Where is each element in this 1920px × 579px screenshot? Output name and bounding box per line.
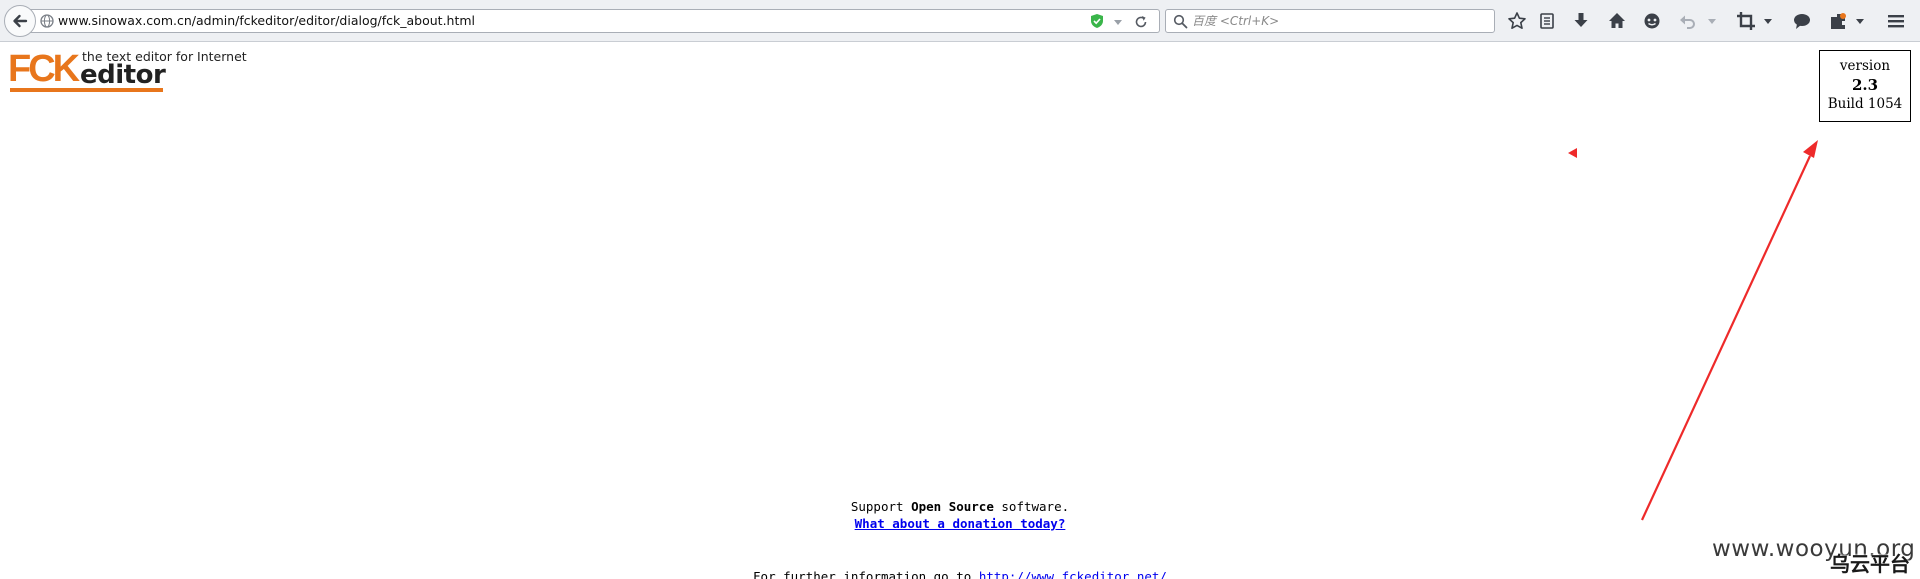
back-arrow-icon xyxy=(13,14,28,28)
browser-toolbar: www.sinowax.com.cn/admin/fckeditor/edito… xyxy=(0,0,1920,42)
annotation-arrowhead xyxy=(1803,140,1818,158)
more-info-line: For further information go to http://www… xyxy=(0,569,1920,579)
build-number: Build 1054 xyxy=(1827,96,1903,112)
support-bold: Open Source xyxy=(911,499,994,514)
version-label: version xyxy=(1839,58,1891,74)
version-number: 2.3 xyxy=(1851,76,1879,94)
support-prefix: Support xyxy=(850,499,904,514)
browser-window: www.sinowax.com.cn/admin/fckeditor/edito… xyxy=(0,0,1920,579)
version-box: version 2.3 Build 1054 xyxy=(1819,50,1911,122)
extension-dropdown-icon[interactable] xyxy=(1854,11,1866,31)
logo-underline xyxy=(10,88,163,92)
donation-link[interactable]: What about a donation today? xyxy=(855,516,1066,531)
search-input[interactable] xyxy=(1192,12,1488,30)
chat-icon[interactable] xyxy=(1642,11,1662,31)
search-icon xyxy=(1173,14,1188,29)
annotation-overlay xyxy=(1568,140,1818,521)
logo-mark: FCK xyxy=(8,48,80,90)
fckeditor-logo: FCK the text editor for Internet editor xyxy=(8,48,248,94)
undo-icon[interactable] xyxy=(1678,11,1698,31)
annotation-pointer xyxy=(1568,148,1577,158)
logo-word: editor xyxy=(80,60,166,90)
search-box[interactable] xyxy=(1165,9,1495,33)
back-button[interactable] xyxy=(4,5,36,37)
extension-icon[interactable] xyxy=(1828,11,1848,31)
undo-dropdown-icon[interactable] xyxy=(1706,11,1718,31)
globe-icon xyxy=(40,14,54,28)
more-info-text: For further information go to xyxy=(753,569,972,579)
bookmark-star-icon[interactable] xyxy=(1507,11,1527,31)
dropdown-arrow-icon[interactable] xyxy=(1111,15,1125,29)
reload-icon[interactable] xyxy=(1133,14,1149,30)
home-icon[interactable] xyxy=(1607,11,1627,31)
annotation-arrow xyxy=(1641,155,1811,521)
support-line: Support Open Source software. xyxy=(0,499,1920,514)
crop-dropdown-icon[interactable] xyxy=(1762,11,1774,31)
support-suffix: software. xyxy=(1001,499,1070,514)
crop-icon[interactable] xyxy=(1736,11,1756,31)
more-info-link[interactable]: http://www.fckeditor.net/ xyxy=(979,569,1167,579)
watermark-cn: 乌云平台 xyxy=(1830,552,1910,576)
url-text[interactable]: www.sinowax.com.cn/admin/fckeditor/edito… xyxy=(58,13,475,28)
donation-row: What about a donation today? xyxy=(0,516,1920,531)
shield-icon[interactable] xyxy=(1089,13,1105,29)
url-bar[interactable]: www.sinowax.com.cn/admin/fckeditor/edito… xyxy=(30,9,1160,33)
menu-icon[interactable] xyxy=(1886,11,1906,31)
download-icon[interactable] xyxy=(1571,11,1591,31)
comment-icon[interactable] xyxy=(1792,11,1812,31)
reading-list-icon[interactable] xyxy=(1537,11,1557,31)
